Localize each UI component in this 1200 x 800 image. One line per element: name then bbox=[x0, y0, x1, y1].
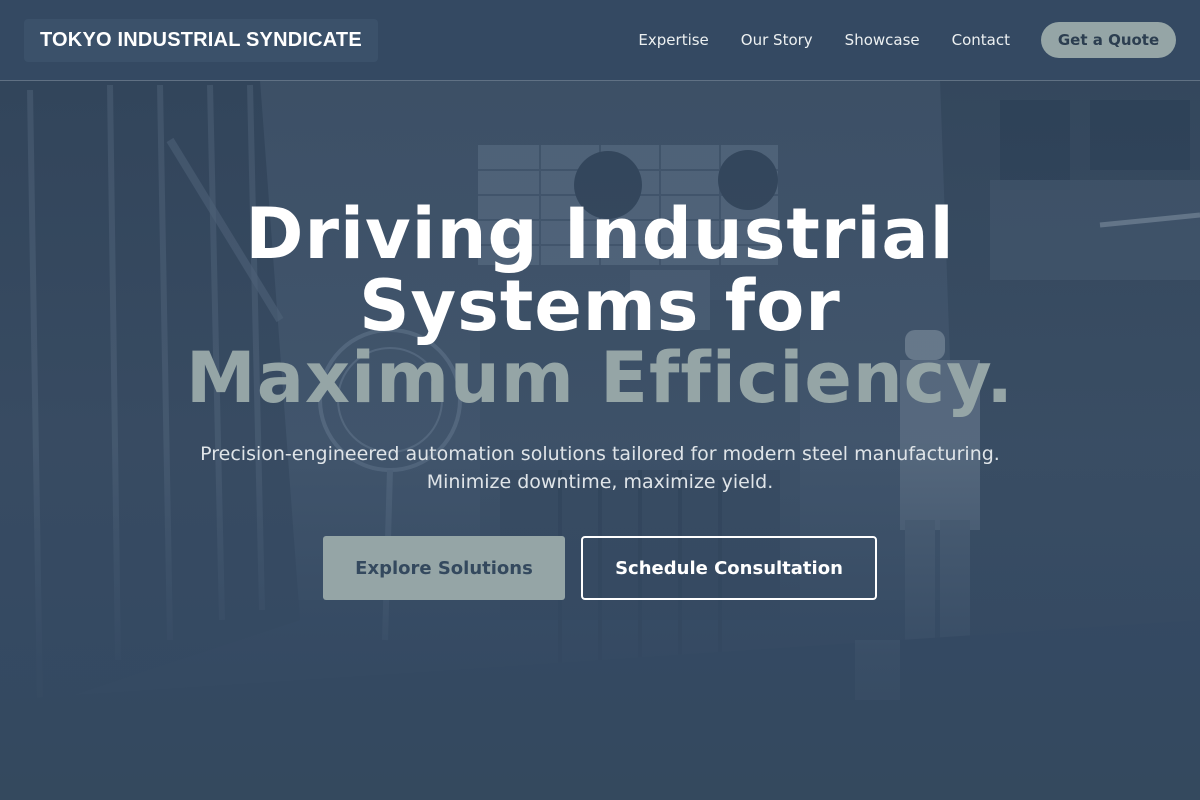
hero-title-line-2: Systems for bbox=[359, 265, 841, 347]
hero-section: Driving Industrial Systems for Maximum E… bbox=[0, 81, 1200, 800]
hero-subtitle-line-2: Minimize downtime, maximize yield. bbox=[426, 471, 774, 493]
main-nav: Expertise Our Story Showcase Contact Get… bbox=[638, 22, 1176, 58]
get-quote-button[interactable]: Get a Quote bbox=[1041, 22, 1176, 58]
site-header: TOKYO INDUSTRIAL SYNDICATE Expertise Our… bbox=[0, 0, 1200, 81]
hero-subtitle: Precision-engineered automation solution… bbox=[150, 440, 1050, 496]
hero-subtitle-line-1: Precision-engineered automation solution… bbox=[200, 443, 1000, 465]
schedule-consultation-button[interactable]: Schedule Consultation bbox=[581, 536, 877, 600]
nav-link-contact[interactable]: Contact bbox=[952, 31, 1010, 49]
nav-link-showcase[interactable]: Showcase bbox=[845, 31, 920, 49]
hero-title-line-1: Driving Industrial bbox=[245, 193, 955, 275]
hero-button-row: Explore Solutions Schedule Consultation bbox=[0, 536, 1200, 600]
hero-title: Driving Industrial Systems for Maximum E… bbox=[0, 198, 1200, 414]
hero-title-accent: Maximum Efficiency. bbox=[186, 337, 1014, 419]
explore-solutions-button[interactable]: Explore Solutions bbox=[323, 536, 565, 600]
nav-link-expertise[interactable]: Expertise bbox=[638, 31, 708, 49]
brand-logo[interactable]: TOKYO INDUSTRIAL SYNDICATE bbox=[24, 18, 378, 62]
nav-link-our-story[interactable]: Our Story bbox=[741, 31, 813, 49]
